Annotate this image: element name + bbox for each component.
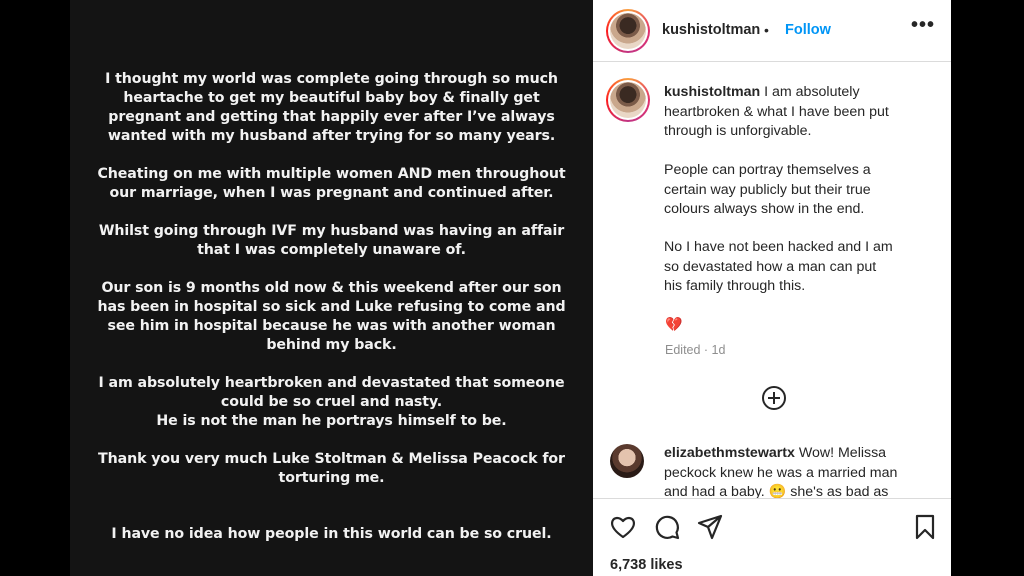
- reply-comment: elizabethmstewartx Wow! Melissa peckock …: [664, 444, 939, 503]
- avatar[interactable]: [606, 9, 650, 53]
- right-letterbox: [951, 0, 1024, 576]
- likes-count[interactable]: 6,738 likes: [610, 557, 683, 573]
- header-username[interactable]: kushistoltman: [662, 22, 760, 38]
- reply-username[interactable]: elizabethmstewartx: [664, 445, 795, 461]
- more-options-icon[interactable]: •••: [911, 14, 935, 37]
- like-heart-icon[interactable]: [609, 513, 637, 541]
- post-header: kushistoltman • Follow •••: [593, 0, 951, 62]
- story-paragraph: I have no idea how people in this world …: [111, 526, 552, 542]
- story-paragraph: I thought my world was complete going th…: [105, 71, 558, 144]
- action-bar: 6,738 likes: [593, 498, 951, 576]
- save-bookmark-icon[interactable]: [911, 513, 939, 541]
- reply-avatar[interactable]: [610, 444, 644, 478]
- story-panel: I thought my world was complete going th…: [70, 0, 593, 576]
- follow-button[interactable]: Follow: [785, 22, 831, 38]
- comment-icon[interactable]: [653, 513, 681, 541]
- edited-timestamp: Edited · 1d: [665, 343, 726, 357]
- left-letterbox: [0, 0, 70, 576]
- add-comment-icon[interactable]: [761, 385, 787, 411]
- caption-paragraph: No I have not been hacked and I am so de…: [664, 239, 893, 294]
- story-paragraph: Whilst going through IVF my husband was …: [98, 223, 565, 258]
- share-icon[interactable]: [696, 513, 724, 541]
- caption-avatar[interactable]: [606, 78, 650, 122]
- broken-heart-emoji: 💔: [665, 316, 683, 332]
- story-paragraph: I am absolutely heartbroken and devastat…: [98, 375, 565, 429]
- story-paragraph: Thank you very much Luke Stoltman & Meli…: [98, 451, 565, 486]
- caption-first-paragraph: kushistoltman I am absolutely heartbroke…: [664, 83, 889, 142]
- instagram-post-panel: kushistoltman • Follow ••• kushistoltman…: [593, 0, 951, 576]
- separator-dot: •: [764, 22, 769, 38]
- caption-username[interactable]: kushistoltman: [664, 84, 760, 100]
- story-paragraph: Cheating on me with multiple women AND m…: [97, 166, 566, 201]
- caption-paragraph: People can portray themselves a certain …: [664, 162, 871, 217]
- story-paragraph: Our son is 9 months old now & this weeke…: [97, 280, 566, 353]
